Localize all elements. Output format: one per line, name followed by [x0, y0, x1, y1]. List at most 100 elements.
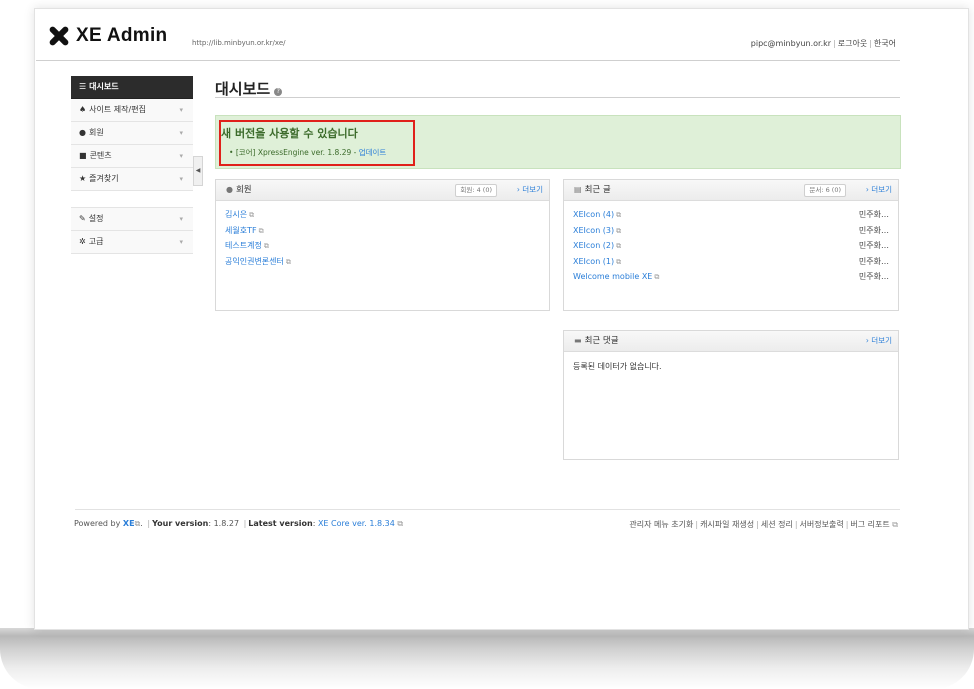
recent-posts-header: ▤ 최근 글 문서: 6 (0) › 더보기	[564, 180, 898, 201]
external-link-icon: ⧉	[616, 226, 622, 235]
sidebar-item-label: 고급	[88, 237, 104, 246]
sidebar-item-contents[interactable]: ■ 콘텐츠 ▾	[71, 145, 193, 168]
external-link-icon: ⧉	[249, 211, 255, 219]
list-item[interactable]: 공익인권변론센터 ⧉	[225, 254, 540, 270]
list-item[interactable]: 김시은 ⧉	[225, 207, 540, 223]
logout-link[interactable]: 로그아웃	[838, 39, 867, 48]
comment-icon: ▬	[574, 336, 582, 345]
xe-link[interactable]: XE	[123, 519, 135, 528]
list-item[interactable]: XEIcon (1) ⧉ 민주화…	[573, 254, 889, 270]
recent-posts-panel: ▤ 최근 글 문서: 6 (0) › 더보기 XEIcon (4) ⧉ 민주화… XE…	[563, 179, 899, 311]
recent-posts-title: 최근 글	[584, 185, 611, 195]
empty-comments-message: 등록된 데이터가 없습니다.	[573, 362, 662, 371]
admin-header: XE Admin http://lib.minbyun.or.kr/xe/ pi…	[36, 16, 900, 61]
update-item-text: [코어] XpressEngine ver. 1.8.29 -	[235, 148, 359, 157]
server-info-link[interactable]: 서버정보출력	[800, 520, 844, 529]
members-panel: ● 회원 회원: 4 (0) › 더보기 김시은 ⧉ 세월호TF ⧉ 테스트계정 ⧉ 공…	[215, 179, 550, 311]
member-link[interactable]: 공익인권변론센터	[225, 257, 284, 266]
external-link-icon: ⧉	[134, 519, 141, 528]
chevron-down-icon: ▾	[179, 238, 183, 246]
regenerate-cache-link[interactable]: 캐시파일 재생성	[700, 520, 754, 529]
external-link-icon: ⧉	[263, 242, 269, 250]
clear-session-link[interactable]: 세션 정리	[761, 520, 793, 529]
user-icon: ●	[79, 128, 86, 137]
list-item[interactable]: Welcome mobile XE ⧉ 민주화…	[573, 269, 889, 285]
wrench-icon: ✎	[79, 214, 86, 223]
sidebar-spacer	[71, 191, 193, 208]
grid-icon: ☰	[79, 82, 87, 91]
post-link[interactable]: Welcome mobile XE	[573, 272, 652, 281]
external-link-icon: ⧉	[394, 519, 404, 528]
latest-version-link[interactable]: XE Core ver. 1.8.34	[318, 519, 395, 528]
page-title: 대시보드	[215, 80, 271, 98]
member-count-badge: 회원: 4 (0)	[455, 184, 497, 197]
site-url-link[interactable]: http://lib.minbyun.or.kr/xe/	[192, 39, 286, 47]
document-count-badge: 문서: 6 (0)	[804, 184, 846, 197]
xe-logo-icon	[48, 25, 70, 47]
language-select[interactable]: 한국어	[874, 39, 896, 48]
sidebar-item-settings[interactable]: ✎ 설정 ▾	[71, 208, 193, 231]
user-icon: ●	[226, 185, 233, 194]
document-icon: ■	[79, 151, 87, 160]
post-link[interactable]: XEIcon (2)	[573, 241, 614, 250]
sidebar-item-label: 대시보드	[89, 82, 119, 91]
sidebar-item-label: 콘텐츠	[89, 151, 112, 160]
sidebar-collapse-button[interactable]: ◀	[193, 156, 203, 186]
recent-comments-panel: ▬ 최근 댓글 › 더보기 등록된 데이터가 없습니다.	[563, 330, 899, 460]
comments-more-link[interactable]: › 더보기	[866, 331, 892, 351]
list-item[interactable]: XEIcon (3) ⧉ 민주화…	[573, 223, 889, 239]
admin-tools-links: 관리자 메뉴 초기화 | 캐시파일 재생성 | 세션 정리 | 서버정보출력 | 버그 리포트 …	[629, 520, 898, 529]
gear-icon: ✲	[79, 237, 86, 246]
sidebar-item-advanced[interactable]: ✲ 고급 ▾	[71, 231, 193, 254]
update-link[interactable]: 업데이트	[359, 148, 387, 157]
update-notice-item: • [코어] XpressEngine ver. 1.8.29 - 업데이트	[229, 148, 387, 157]
member-link[interactable]: 김시은	[225, 210, 247, 219]
recent-comments-header: ▬ 최근 댓글 › 더보기	[564, 331, 898, 352]
latest-version-label: Latest version	[248, 519, 313, 528]
your-version-label: Your version	[152, 519, 209, 528]
sidebar-item-site-design[interactable]: ♠ 사이트 제작/편집 ▾	[71, 99, 193, 122]
post-author: 민주화…	[858, 256, 889, 266]
member-link[interactable]: 테스트계정	[225, 241, 262, 250]
sidebar-item-members[interactable]: ● 회원 ▾	[71, 122, 193, 145]
posts-more-link[interactable]: › 더보기	[866, 180, 892, 200]
sidebar-item-dashboard[interactable]: ☰ 대시보드	[71, 76, 193, 99]
reset-admin-menu-link[interactable]: 관리자 메뉴 초기화	[629, 520, 693, 529]
chevron-down-icon: ▾	[179, 215, 183, 223]
sidebar-item-label: 사이트 제작/편집	[89, 105, 146, 114]
recent-comments-title: 최근 댓글	[584, 336, 619, 346]
chevron-down-icon: ▾	[179, 129, 183, 137]
sidebar-item-label: 설정	[88, 214, 104, 223]
account-menu: pipc@minbyun.or.kr | 로그아웃 | 한국어	[750, 39, 896, 48]
sidebar-item-label: 즐겨찾기	[89, 174, 119, 183]
sidebar-nav: ☰ 대시보드 ♠ 사이트 제작/편집 ▾ ● 회원 ▾ ■ 콘텐츠 ▾ ★ 즐겨찾기 ▾ ✎ 설정 ▾…	[71, 76, 193, 254]
external-link-icon: ⧉	[616, 257, 622, 266]
your-version-value: 1.8.27	[213, 519, 240, 528]
list-item[interactable]: XEIcon (2) ⧉ 민주화…	[573, 238, 889, 254]
admin-footer: Powered by XE⧉. | Your version: 1.8.27 | L…	[74, 509, 900, 529]
post-author: 민주화…	[858, 272, 889, 281]
post-link[interactable]: XEIcon (1)	[573, 257, 614, 266]
external-link-icon: ⧉	[616, 211, 622, 219]
help-icon[interactable]: ?	[274, 87, 283, 96]
list-item[interactable]: XEIcon (4) ⧉ 민주화…	[573, 207, 889, 223]
xe-admin-logo[interactable]: XE Admin	[48, 25, 167, 47]
members-more-link[interactable]: › 더보기	[517, 180, 543, 200]
post-link[interactable]: XEIcon (3)	[573, 226, 614, 235]
post-link[interactable]: XEIcon (4)	[573, 210, 614, 219]
page-shadow	[0, 628, 974, 689]
list-item[interactable]: 테스트계정 ⧉	[225, 238, 540, 254]
post-author: 민주화…	[858, 225, 889, 235]
list-item[interactable]: 세월호TF ⧉	[225, 223, 540, 239]
member-link[interactable]: 세월호TF	[225, 226, 257, 235]
star-icon: ★	[79, 174, 87, 183]
page-title-bar: 대시보드?	[215, 78, 900, 98]
external-link-icon: ⧉	[889, 520, 898, 529]
members-panel-title: 회원	[235, 185, 252, 195]
post-author: 민주화…	[858, 241, 889, 250]
bug-report-link[interactable]: 버그 리포트	[850, 520, 889, 529]
sidebar-item-favorites[interactable]: ★ 즐겨찾기 ▾	[71, 168, 193, 191]
post-author: 민주화…	[858, 210, 889, 219]
external-link-icon: ⧉	[616, 242, 622, 250]
user-email-link[interactable]: pipc@minbyun.or.kr	[751, 39, 831, 48]
